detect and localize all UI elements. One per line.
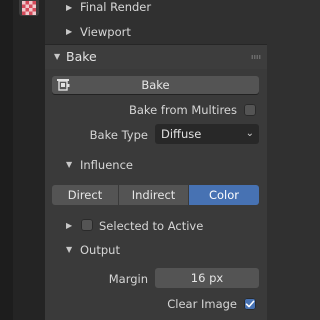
bake-from-multires-checkbox[interactable] xyxy=(244,104,256,116)
bake-icon xyxy=(56,78,70,97)
bake-from-multires-label: Bake from Multires xyxy=(129,103,237,117)
chevron-down-icon: ⌄ xyxy=(245,128,254,139)
influence-subpanel-header[interactable]: ▼ Influence xyxy=(45,157,267,173)
expand-right-icon: ▶ xyxy=(66,221,73,230)
influence-option-indirect[interactable]: Indirect xyxy=(119,185,188,205)
selected-to-active-subpanel[interactable]: ▶ Selected to Active xyxy=(45,218,267,234)
final-render-label: Final Render xyxy=(80,0,152,14)
editor-edge-strip xyxy=(0,0,13,320)
properties-content: ▶ Final Render ▶ Viewport ▼ Bake Bake Ba… xyxy=(45,0,267,320)
influence-segmented-control: Direct Indirect Color xyxy=(52,185,259,205)
expand-right-icon: ▶ xyxy=(66,3,73,12)
influence-option-direct[interactable]: Direct xyxy=(52,185,118,205)
bake-type-value: Diffuse xyxy=(161,127,202,141)
clear-image-label: Clear Image xyxy=(167,297,237,311)
margin-field[interactable]: 16 px xyxy=(155,268,259,288)
drag-grip-icon[interactable] xyxy=(251,55,261,59)
selected-to-active-checkbox[interactable] xyxy=(81,219,93,231)
render-tab[interactable] xyxy=(19,0,39,16)
viewport-label: Viewport xyxy=(80,25,131,39)
influence-label: Influence xyxy=(80,158,133,172)
bake-panel-title: Bake xyxy=(66,49,97,64)
bake-button[interactable]: Bake xyxy=(52,76,259,94)
expand-down-icon: ▼ xyxy=(54,52,61,61)
selected-to-active-label: Selected to Active xyxy=(99,219,204,233)
bake-button-label: Bake xyxy=(141,78,170,92)
output-label: Output xyxy=(80,243,120,257)
output-subpanel-header[interactable]: ▼ Output xyxy=(45,242,267,258)
viewport-subpanel[interactable]: ▶ Viewport xyxy=(45,24,267,40)
influence-option-color[interactable]: Color xyxy=(189,185,259,205)
final-render-subpanel[interactable]: ▶ Final Render xyxy=(45,0,267,16)
checkmark-icon xyxy=(245,300,255,308)
properties-tab-strip xyxy=(13,0,45,320)
bake-type-label: Bake Type xyxy=(89,128,148,142)
expand-down-icon: ▼ xyxy=(66,160,73,169)
expand-down-icon: ▼ xyxy=(66,245,73,254)
margin-label: Margin xyxy=(108,272,148,286)
bake-type-dropdown[interactable]: Diffuse ⌄ xyxy=(155,124,259,144)
bake-panel-header[interactable]: ▼ Bake xyxy=(45,44,267,69)
clear-image-checkbox[interactable] xyxy=(244,298,256,310)
expand-right-icon: ▶ xyxy=(66,27,73,36)
